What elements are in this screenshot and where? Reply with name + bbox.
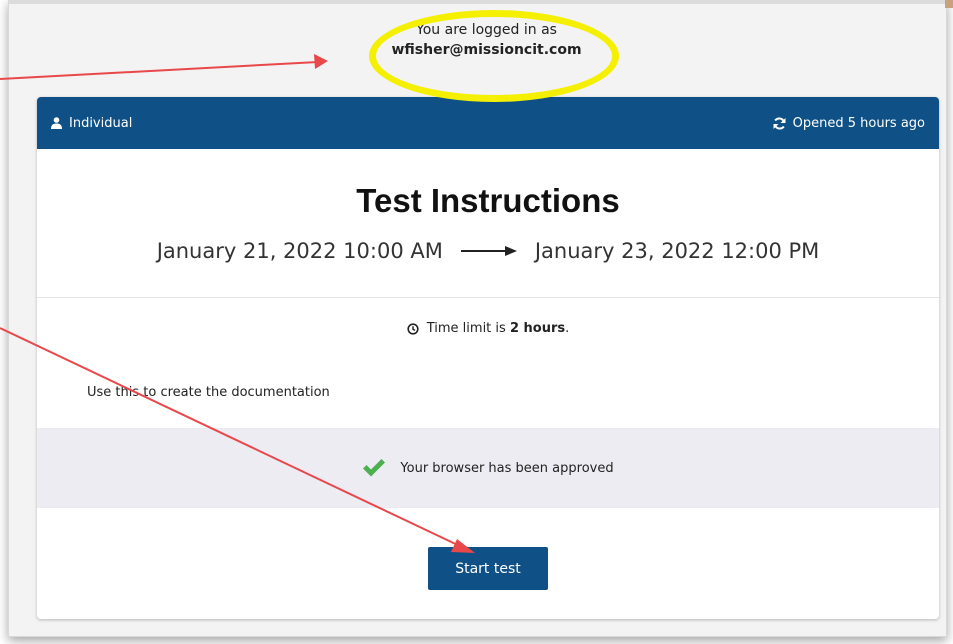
header-opened-label: Opened 5 hours ago [792,115,925,131]
refresh-icon [773,117,786,129]
arrow-right-icon [460,246,517,256]
highlight-ellipse [369,10,619,102]
header-mode: Individual [51,116,132,131]
page-title: Test Instructions [356,182,620,219]
browser-status-band: Your browser has been approved [37,428,939,508]
browser-status-text: Your browser has been approved [400,460,614,476]
person-icon [51,117,62,129]
header-mode-label: Individual [69,115,133,131]
start-date: January 21, 2022 10:00 AM [156,239,443,263]
check-icon [363,459,386,477]
time-limit-prefix: Time limit is [426,321,506,336]
time-limit-suffix: . [565,321,570,336]
section-divider [37,297,939,298]
app-window: You are logged in as wfisher@missioncit.… [8,0,947,637]
test-card: Individual Opened 5 hours ago Test Instr… [37,97,939,619]
clock-icon [407,322,419,335]
end-date: January 23, 2022 12:00 PM [534,239,820,263]
date-range: January 21, 2022 10:00 AM January 23, 20… [37,237,939,265]
time-limit: Time limit is 2 hours. [37,321,939,336]
window-edge-decoration [945,0,953,8]
start-test-button[interactable]: Start test [428,547,548,590]
time-limit-value: 2 hours [509,321,566,336]
card-header: Individual Opened 5 hours ago [37,97,939,149]
window-top-border [9,0,946,4]
header-opened: Opened 5 hours ago [773,116,925,131]
test-description: Use this to create the documentation [87,385,330,400]
